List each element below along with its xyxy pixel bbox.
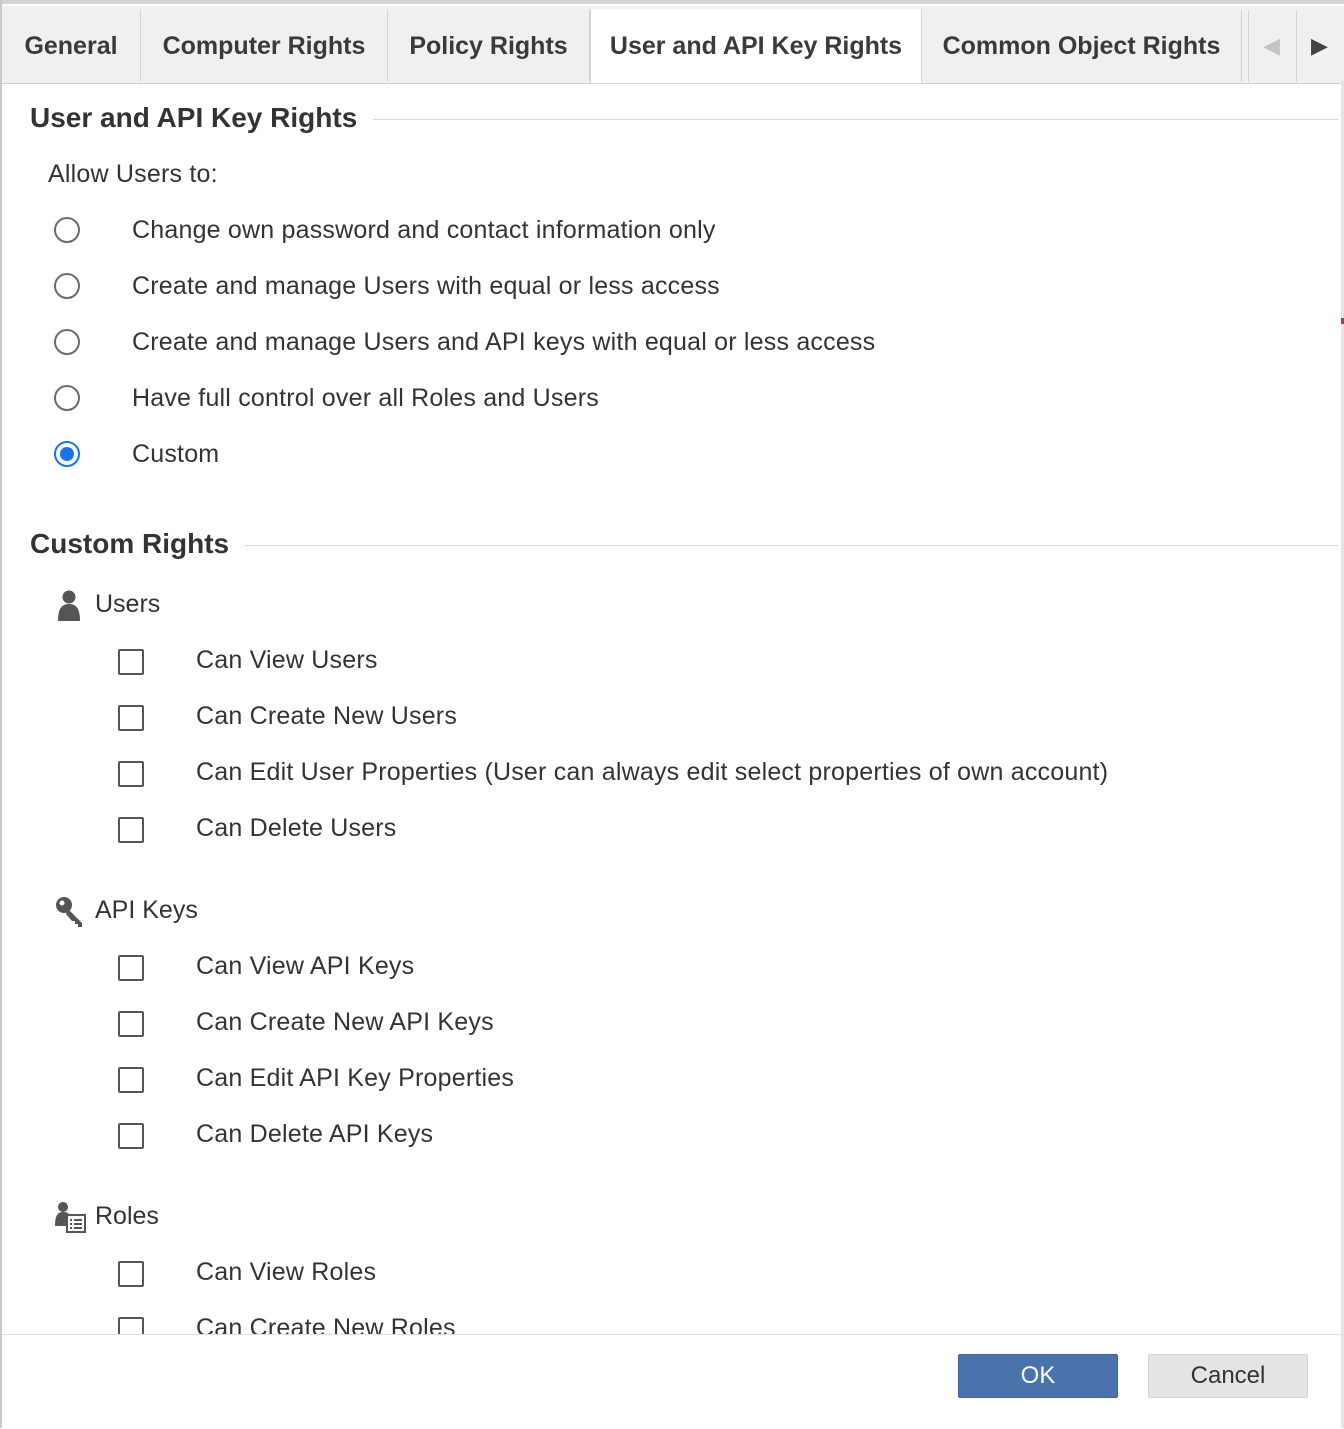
dialog-footer: OK Cancel xyxy=(0,1334,1344,1429)
section-title-user-rights: User and API Key Rights xyxy=(30,102,374,134)
radio-label-change-own-password[interactable]: Change own password and contact informat… xyxy=(132,216,716,245)
radio-label-custom[interactable]: Custom xyxy=(132,440,219,469)
group-label-users: Users xyxy=(95,590,161,618)
group-label-roles: Roles xyxy=(95,1202,159,1230)
radio-custom[interactable] xyxy=(54,441,80,467)
checkbox-can-edit-user-properties[interactable] xyxy=(118,761,144,787)
checkbox-label-can-delete-api-keys[interactable]: Can Delete API Keys xyxy=(196,1120,433,1149)
window-left-edge xyxy=(0,0,2,1428)
checkbox-label-can-edit-api-key-properties[interactable]: Can Edit API Key Properties xyxy=(196,1064,514,1093)
tab-scroll-left-button[interactable]: ◀ xyxy=(1248,10,1294,82)
checkbox-can-create-roles[interactable] xyxy=(118,1317,144,1334)
ok-button[interactable]: OK xyxy=(958,1354,1118,1398)
tab-user-and-api-key-rights[interactable]: User and API Key Rights xyxy=(590,9,922,83)
checkbox-can-edit-api-key-properties[interactable] xyxy=(118,1067,144,1093)
tab-policy-rights[interactable]: Policy Rights xyxy=(388,10,590,82)
section-title-custom-rights: Custom Rights xyxy=(30,528,246,560)
checkbox-label-can-create-roles[interactable]: Can Create New Roles xyxy=(196,1314,456,1334)
checkbox-label-can-view-api-keys[interactable]: Can View API Keys xyxy=(196,952,414,981)
radio-label-manage-users-api-keys[interactable]: Create and manage Users and API keys wit… xyxy=(132,328,875,357)
window-top-edge xyxy=(0,0,1344,4)
tab-common-object-rights[interactable]: Common Object Rights xyxy=(922,10,1242,82)
cancel-button[interactable]: Cancel xyxy=(1148,1354,1308,1398)
checkbox-can-create-api-keys[interactable] xyxy=(118,1011,144,1037)
radio-full-control[interactable] xyxy=(54,385,80,411)
triangle-left-icon: ◀ xyxy=(1263,33,1280,58)
allow-users-label: Allow Users to: xyxy=(48,160,218,188)
radio-label-full-control[interactable]: Have full control over all Roles and Use… xyxy=(132,384,599,413)
roles-icon xyxy=(55,1202,86,1233)
checkbox-label-can-delete-users[interactable]: Can Delete Users xyxy=(196,814,397,843)
radio-manage-users-api-keys[interactable] xyxy=(54,329,80,355)
checkbox-label-can-create-api-keys[interactable]: Can Create New API Keys xyxy=(196,1008,494,1037)
group-label-api-keys: API Keys xyxy=(95,896,198,924)
dialog-content[interactable]: User and API Key Rights Allow Users to: … xyxy=(0,84,1344,1334)
triangle-right-icon: ▶ xyxy=(1311,33,1328,58)
radio-label-manage-users[interactable]: Create and manage Users with equal or le… xyxy=(132,272,720,301)
checkbox-label-can-create-users[interactable]: Can Create New Users xyxy=(196,702,457,731)
section-divider xyxy=(244,545,1338,546)
checkbox-can-view-roles[interactable] xyxy=(118,1261,144,1287)
checkbox-label-can-view-users[interactable]: Can View Users xyxy=(196,646,378,675)
radio-change-own-password[interactable] xyxy=(54,217,80,243)
user-icon xyxy=(58,590,80,621)
checkbox-can-view-users[interactable] xyxy=(118,649,144,675)
section-divider xyxy=(372,119,1338,120)
tab-scroll-right-button[interactable]: ▶ xyxy=(1296,10,1342,82)
checkbox-can-view-api-keys[interactable] xyxy=(118,955,144,981)
checkbox-label-can-edit-user-properties[interactable]: Can Edit User Properties (User can alway… xyxy=(196,758,1108,787)
radio-manage-users[interactable] xyxy=(54,273,80,299)
key-icon xyxy=(56,897,82,927)
tab-bar: General Computer Rights Policy Rights Us… xyxy=(0,6,1344,84)
checkbox-label-can-view-roles[interactable]: Can View Roles xyxy=(196,1258,376,1287)
checkbox-can-create-users[interactable] xyxy=(118,705,144,731)
tab-general[interactable]: General xyxy=(2,10,141,82)
checkbox-can-delete-users[interactable] xyxy=(118,817,144,843)
checkbox-can-delete-api-keys[interactable] xyxy=(118,1123,144,1149)
tab-computer-rights[interactable]: Computer Rights xyxy=(141,10,388,82)
